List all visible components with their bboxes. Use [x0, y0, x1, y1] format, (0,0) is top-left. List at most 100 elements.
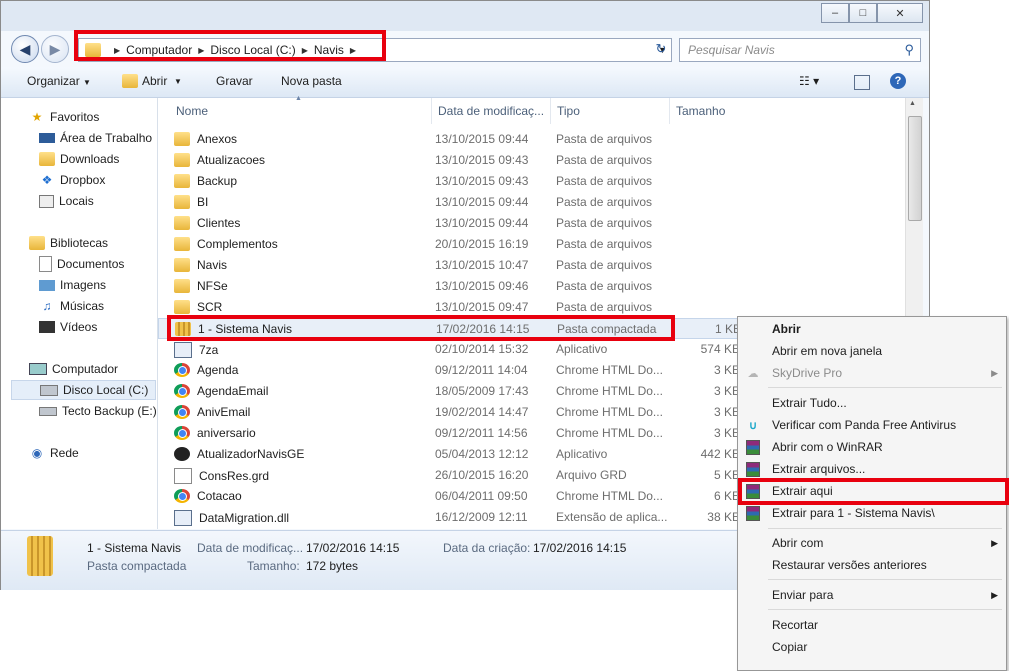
file-type: Aplicativo — [556, 447, 608, 461]
help-icon[interactable]: ? — [890, 73, 906, 89]
menu-item-skydrive-pro[interactable]: ☁ SkyDrive Pro ▶ — [738, 362, 1006, 384]
menu-item-copy[interactable]: Copiar — [738, 636, 1006, 658]
file-name: DataMigration.dll — [199, 511, 290, 525]
menu-item-open-winrar[interactable]: Abrir com o WinRAR — [738, 436, 1006, 458]
file-row[interactable]: Atualizacoes 13/10/2015 09:43 Pasta de arq… — [158, 150, 918, 171]
file-row[interactable]: Anexos 13/10/2015 09:44 Pasta de arquivos — [158, 129, 918, 150]
winrar-icon — [745, 483, 761, 499]
maximize-button[interactable]: □ — [849, 3, 877, 23]
menu-item-extract-to-folder[interactable]: Extrair para 1 - Sistema Navis\ — [738, 502, 1006, 524]
sidebar-item-documents[interactable]: Documentos — [39, 254, 124, 274]
preview-pane-icon[interactable] — [854, 75, 870, 90]
sidebar-item-videos[interactable]: Vídeos — [39, 317, 97, 337]
menu-item-cut[interactable]: Recortar — [738, 614, 1006, 636]
sidebar-item-desktop[interactable]: Área de Trabalho — [39, 128, 152, 148]
file-name-cell: AtualizadorNavisGE — [174, 447, 404, 461]
menu-item-open-with[interactable]: Abrir com ▶ — [738, 532, 1006, 554]
file-row[interactable]: Clientes 13/10/2015 09:44 Pasta de arquivo… — [158, 213, 918, 234]
file-date: 13/10/2015 09:47 — [435, 300, 529, 314]
breadcrumb-disk[interactable]: Disco Local (C:) — [210, 43, 295, 57]
file-size: 6 KE — [713, 489, 740, 503]
dropbox-icon: ❖ — [41, 173, 53, 187]
file-name: NFSe — [197, 279, 228, 293]
sidebar-item-local-disk[interactable]: Disco Local (C:) — [11, 380, 156, 400]
organize-button[interactable]: Organizar ▼ — [27, 74, 91, 88]
menu-label: Verificar com Panda Free Antivirus — [772, 418, 957, 432]
organize-label: Organizar — [27, 74, 80, 88]
menu-item-panda-scan[interactable]: ∪ Verificar com Panda Free Antivirus — [738, 414, 1006, 436]
burn-button[interactable]: Gravar — [216, 74, 253, 88]
file-name: 7za — [199, 343, 219, 357]
sidebar-item-images[interactable]: Imagens — [39, 275, 106, 295]
file-name: AgendaEmail — [197, 384, 269, 398]
column-date[interactable]: Data de modificaç... — [432, 98, 551, 124]
file-row[interactable]: Navis 13/10/2015 10:47 Pasta de arquivos — [158, 255, 918, 276]
doc-icon — [174, 468, 192, 484]
menu-item-extract-all[interactable]: Extrair Tudo... — [738, 392, 1006, 414]
column-size[interactable]: Tamanho — [670, 98, 750, 124]
menu-item-send-to[interactable]: Enviar para ▶ — [738, 584, 1006, 606]
new-folder-button[interactable]: Nova pasta — [281, 74, 342, 88]
sidebar-item-libraries[interactable]: Bibliotecas — [29, 233, 108, 253]
refresh-button[interactable]: ↻ — [651, 39, 671, 59]
file-row[interactable]: BI 13/10/2015 09:44 Pasta de arquivos — [158, 192, 918, 213]
menu-item-restore-versions[interactable]: Restaurar versões anteriores — [738, 554, 1006, 576]
menu-item-extract-files[interactable]: Extrair arquivos... — [738, 458, 1006, 480]
search-icon[interactable]: ⚲ — [904, 42, 914, 58]
close-button[interactable]: ✕ — [877, 3, 923, 23]
file-row[interactable]: Backup 13/10/2015 09:43 Pasta de arquivos — [158, 171, 918, 192]
menu-label: SkyDrive Pro — [772, 366, 843, 380]
forward-button[interactable]: ▶ — [41, 35, 69, 63]
menu-separator — [768, 609, 1002, 610]
dark-icon — [174, 447, 190, 461]
menu-item-open-new-window[interactable]: Abrir em nova janela — [738, 340, 1006, 362]
sidebar-item-network[interactable]: ◉ Rede — [29, 443, 79, 463]
submenu-arrow-icon: ▶ — [991, 367, 998, 378]
scroll-up-icon[interactable]: ▲ — [909, 100, 916, 107]
file-date: 09/12/2011 14:04 — [435, 363, 528, 377]
sidebar-label: Bibliotecas — [50, 236, 109, 250]
breadcrumb-computer[interactable]: Computador — [126, 43, 192, 57]
view-options-icon[interactable]: ☷ ▾ — [799, 74, 819, 88]
menu-item-open[interactable]: Abrir — [738, 318, 1006, 340]
file-date: 13/10/2015 09:44 — [435, 132, 529, 146]
file-row[interactable]: SCR 13/10/2015 09:47 Pasta de arquivos — [158, 297, 918, 318]
menu-label: Extrair aqui — [772, 484, 833, 498]
column-name[interactable]: Nome ▲ — [170, 95, 432, 124]
open-button[interactable]: Abrir ▼ — [122, 74, 182, 88]
sidebar-item-music[interactable]: ♫ Músicas — [39, 296, 105, 316]
file-date: 16/12/2009 12:11 — [435, 510, 528, 524]
column-label: Data de modificaç... — [438, 104, 545, 118]
sidebar-item-computer[interactable]: Computador — [29, 359, 118, 379]
column-type[interactable]: Tipo — [551, 98, 670, 124]
file-row[interactable]: NFSe 13/10/2015 09:46 Pasta de arquivos — [158, 276, 918, 297]
minimize-button[interactable]: – — [821, 3, 849, 23]
sidebar-item-backup-drive[interactable]: Tecto Backup (E:) — [39, 401, 157, 421]
file-row[interactable]: Complementos 20/10/2015 16:19 Pasta de arq… — [158, 234, 918, 255]
sidebar-item-places[interactable]: Locais — [39, 191, 94, 211]
sidebar-label: Locais — [59, 194, 94, 208]
menu-label: Abrir com o WinRAR — [772, 440, 883, 454]
file-type: Pasta de arquivos — [556, 300, 653, 314]
winrar-icon — [745, 461, 761, 477]
back-button[interactable]: ◀ — [11, 35, 39, 63]
sidebar-item-downloads[interactable]: Downloads — [39, 149, 119, 169]
detail-size-label: Tamanho: — [247, 559, 300, 573]
file-size: 3 KE — [713, 426, 740, 440]
chrome-icon — [174, 489, 190, 503]
sidebar-item-dropbox[interactable]: ❖ Dropbox — [39, 170, 106, 190]
scrollbar-thumb[interactable] — [908, 116, 922, 221]
file-name: BI — [197, 195, 209, 209]
search-input[interactable]: Pesquisar Navis ⚲ — [679, 38, 921, 62]
menu-label: Extrair Tudo... — [772, 396, 847, 410]
folder-icon — [174, 279, 190, 293]
command-bar: Organizar ▼ Abrir ▼ Gravar Nova pasta ☷ … — [1, 67, 929, 98]
zip-icon — [175, 322, 191, 336]
desktop-icon — [39, 133, 55, 143]
breadcrumb-navis[interactable]: Navis — [314, 43, 344, 57]
menu-item-extract-here[interactable]: Extrair aqui — [738, 480, 1006, 502]
address-bar[interactable]: ▶ Computador ▶ Disco Local (C:) ▶ Navis … — [78, 38, 672, 62]
sidebar-item-favorites[interactable]: ★ Favoritos — [29, 107, 100, 127]
file-name-cell: Clientes — [174, 216, 404, 230]
file-name-cell: NFSe — [174, 279, 404, 293]
